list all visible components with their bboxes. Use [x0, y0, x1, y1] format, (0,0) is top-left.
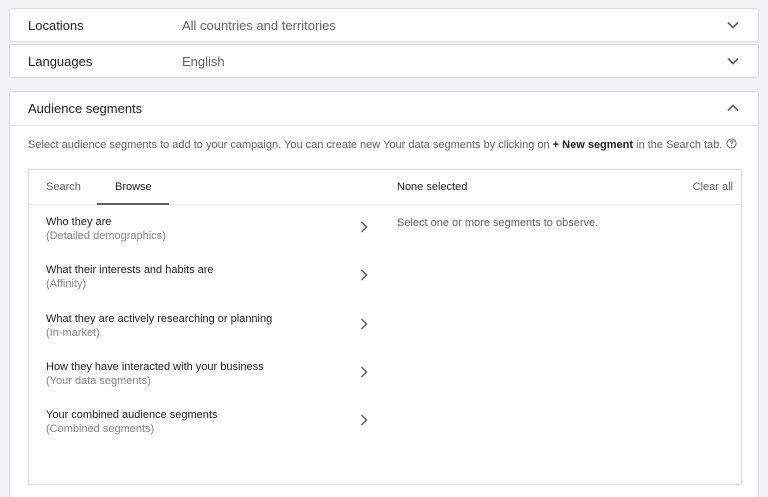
list-item-subtitle: (In-market)	[46, 327, 100, 339]
chevron-right-icon	[360, 366, 368, 378]
list-item-title: What their interests and habits are	[46, 264, 214, 276]
active-tab-indicator	[97, 203, 169, 205]
chevron-right-icon	[360, 269, 368, 281]
list-item-combined-segments[interactable]: Your combined audience segments (Combine…	[29, 409, 386, 453]
chevron-right-icon	[360, 318, 368, 330]
chevron-down-icon[interactable]	[726, 54, 740, 68]
audience-segments-card: Audience segments Select audience segmen…	[9, 91, 759, 497]
description-suffix: in the Search tab.	[633, 139, 723, 151]
selected-pane: None selected Clear all Select one or mo…	[386, 170, 741, 484]
languages-row[interactable]: Languages English	[9, 44, 759, 78]
list-item-subtitle: (Your data segments)	[46, 375, 151, 387]
locations-value: All countries and territories	[182, 17, 336, 33]
clear-all-button[interactable]: Clear all	[693, 181, 733, 193]
languages-value: English	[182, 53, 225, 69]
chevron-right-icon	[360, 414, 368, 426]
list-item-title: Who they are	[46, 216, 112, 228]
empty-selection-message: Select one or more segments to observe.	[397, 217, 599, 229]
tab-search[interactable]: Search	[46, 181, 81, 193]
list-item-title: How they have interacted with your busin…	[46, 361, 264, 373]
segment-browser-panel: Search Browse Who they are (Detailed dem…	[28, 169, 742, 485]
tab-browse[interactable]: Browse	[115, 181, 152, 193]
list-item-your-data-segments[interactable]: How they have interacted with your busin…	[29, 361, 386, 405]
chevron-up-icon[interactable]	[726, 101, 740, 115]
list-item-title: Your combined audience segments	[46, 409, 218, 421]
audience-description: Select audience segments to add to your …	[28, 138, 737, 151]
languages-label: Languages	[28, 53, 93, 69]
chevron-right-icon	[360, 221, 368, 233]
help-circle-icon[interactable]	[726, 138, 737, 149]
chevron-down-icon[interactable]	[726, 18, 740, 32]
selection-status: None selected	[397, 181, 468, 193]
audience-segments-title: Audience segments	[28, 101, 143, 116]
locations-label: Locations	[28, 17, 84, 33]
list-item-title: What they are actively researching or pl…	[46, 313, 273, 325]
list-item-subtitle: (Detailed demographics)	[46, 230, 166, 242]
list-item-subtitle: (Combined segments)	[46, 423, 155, 435]
description-text: Select audience segments to add to your …	[28, 139, 553, 151]
browse-pane: Search Browse Who they are (Detailed dem…	[29, 170, 386, 484]
list-item-in-market[interactable]: What they are actively researching or pl…	[29, 313, 386, 357]
selected-header: None selected Clear all	[386, 170, 741, 205]
locations-row[interactable]: Locations All countries and territories	[9, 8, 759, 42]
list-item-affinity[interactable]: What their interests and habits are (Aff…	[29, 264, 386, 308]
list-item-subtitle: (Affinity)	[46, 278, 87, 290]
segment-tabs: Search Browse	[29, 170, 386, 205]
new-segment-hint: + New segment	[552, 139, 634, 151]
list-item-detailed-demographics[interactable]: Who they are (Detailed demographics)	[29, 216, 386, 260]
audience-segments-header[interactable]: Audience segments	[10, 92, 758, 126]
